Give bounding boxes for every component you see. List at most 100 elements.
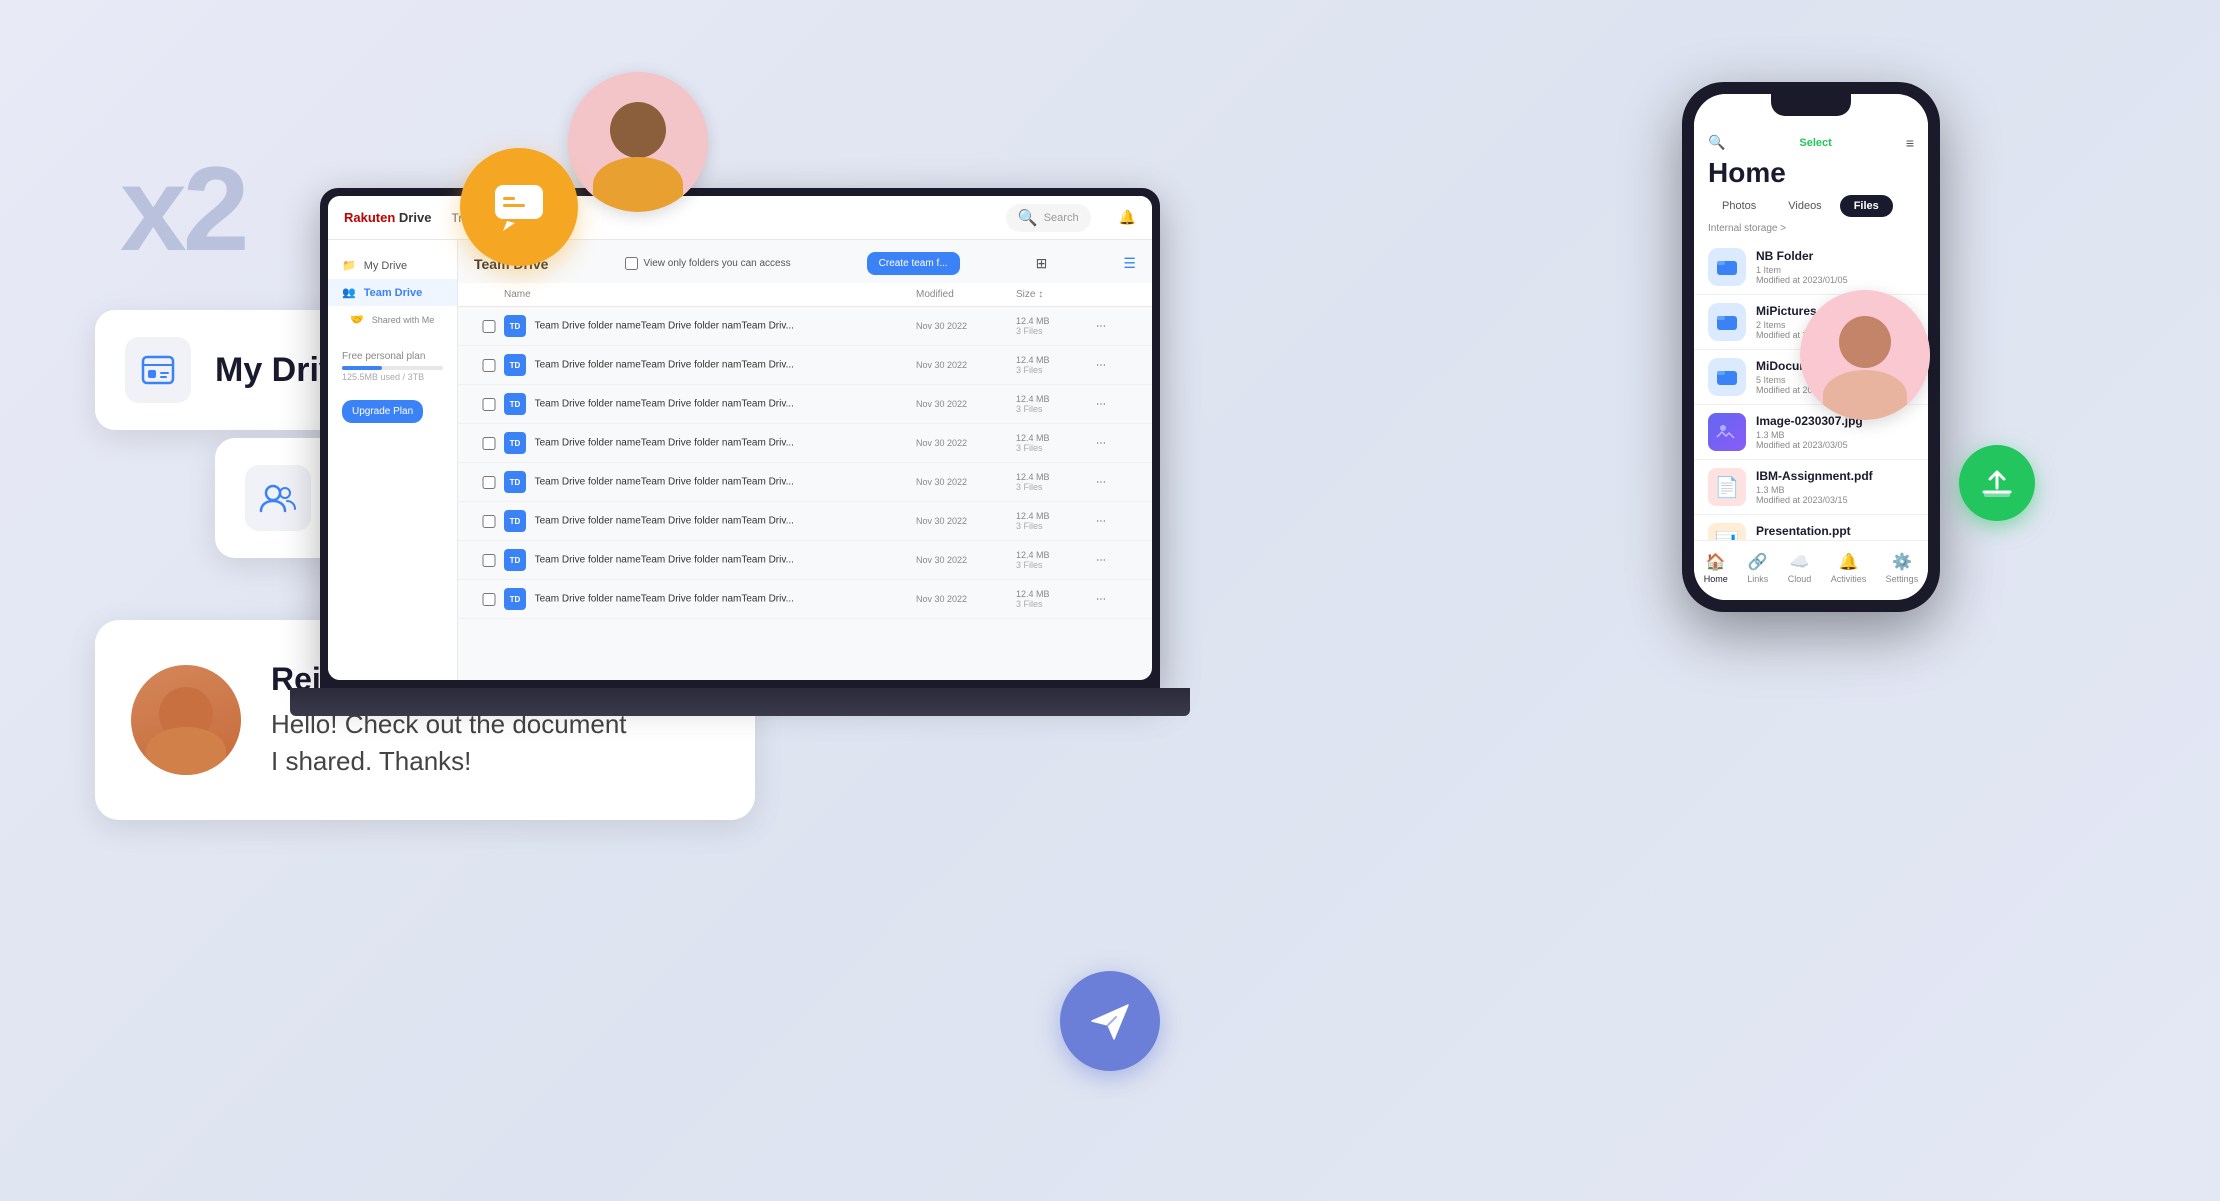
row-menu-icon[interactable]: ⋯ xyxy=(1096,438,1136,449)
send-icon-bottom[interactable] xyxy=(1060,971,1160,1071)
upload-fab-button[interactable] xyxy=(1959,445,2035,521)
folder-icon: 📁 xyxy=(342,259,356,272)
list-item[interactable]: NB Folder 1 Item Modified at 2023/01/05 xyxy=(1694,240,1928,295)
search-bar[interactable]: 🔍 Search xyxy=(1006,204,1091,232)
list-item[interactable]: 📄 IBM-Assignment.pdf 1.3 MB Modified at … xyxy=(1694,460,1928,515)
laptop-base xyxy=(290,688,1190,716)
phone-nav-activities[interactable]: 🔔 Activities xyxy=(1831,552,1867,584)
row-menu-icon[interactable]: ⋯ xyxy=(1096,321,1136,332)
search-icon: 🔍 xyxy=(1018,208,1038,228)
settings-icon: ⚙️ xyxy=(1892,552,1912,572)
files-table: Name Modified Size ↕ TD Team Drive folde… xyxy=(458,283,1152,680)
shared-icon: 🤝 xyxy=(350,313,364,326)
team-drive-icon-box xyxy=(245,465,311,531)
file-meta: 1.3 MB Modified at 2023/03/15 xyxy=(1756,485,1914,505)
row-checkbox[interactable] xyxy=(474,359,504,372)
list-item[interactable]: 📊 Presentation.ppt 1.3 MB Modified at 20… xyxy=(1694,515,1928,540)
my-drive-icon-box xyxy=(125,337,191,403)
row-checkbox[interactable] xyxy=(474,320,504,333)
row-menu-icon[interactable]: ⋯ xyxy=(1096,516,1136,527)
upgrade-button[interactable]: Upgrade Plan xyxy=(342,400,423,423)
phone-menu-icon[interactable]: ≡ xyxy=(1906,135,1914,151)
file-name: NB Folder xyxy=(1756,249,1914,263)
sidebar-item-teamdrive[interactable]: 👥 Team Drive xyxy=(328,279,457,306)
row-menu-icon[interactable]: ⋯ xyxy=(1096,477,1136,488)
row-menu-icon[interactable]: ⋯ xyxy=(1096,594,1136,605)
x2-multiplier-badge: x2 xyxy=(120,140,245,278)
view-only-toggle[interactable]: View only folders you can access xyxy=(625,257,791,270)
message-avatar xyxy=(131,665,241,775)
table-row[interactable]: TD Team Drive folder nameTeam Drive fold… xyxy=(458,346,1152,385)
laptop-device: Rakuten Drive Transfer Cloud 🔍 Search 🔔 … xyxy=(320,188,1160,748)
phone-nav-home[interactable]: 🏠 Home xyxy=(1704,552,1728,584)
laptop-screen: Rakuten Drive Transfer Cloud 🔍 Search 🔔 … xyxy=(320,188,1160,688)
rakuten-content: 📁 My Drive 👥 Team Drive 🤝 Shared with Me xyxy=(328,240,1152,680)
home-icon: 🏠 xyxy=(1706,552,1726,572)
row-checkbox[interactable] xyxy=(474,515,504,528)
folder-icon xyxy=(1708,358,1746,396)
create-team-button[interactable]: Create team f... xyxy=(867,252,960,275)
row-menu-icon[interactable]: ⋯ xyxy=(1096,360,1136,371)
file-meta: 1.3 MB Modified at 2023/03/05 xyxy=(1756,430,1914,450)
sidebar-item-sharedwithme[interactable]: 🤝 Shared with Me xyxy=(328,306,457,333)
phone-tab-photos[interactable]: Photos xyxy=(1708,195,1770,217)
phone-search-icon[interactable]: 🔍 xyxy=(1708,134,1725,151)
team-folder-icon: 👥 xyxy=(342,286,356,299)
file-info: IBM-Assignment.pdf 1.3 MB Modified at 20… xyxy=(1756,469,1914,505)
pdf-icon: 📄 xyxy=(1708,468,1746,506)
table-row[interactable]: TD Team Drive folder nameTeam Drive fold… xyxy=(458,580,1152,619)
storage-bar-fill xyxy=(342,366,382,370)
phone-tabs: Photos Videos Files xyxy=(1694,195,1928,217)
phone-search-row: 🔍 Select ≡ xyxy=(1694,130,1928,155)
file-name: IBM-Assignment.pdf xyxy=(1756,469,1914,483)
row-checkbox[interactable] xyxy=(474,554,504,567)
phone-tab-videos[interactable]: Videos xyxy=(1774,195,1835,217)
avatar-top xyxy=(568,72,708,212)
phone-notch xyxy=(1771,94,1851,116)
avatar-right xyxy=(1800,290,1930,420)
table-row[interactable]: TD Team Drive folder nameTeam Drive fold… xyxy=(458,502,1152,541)
table-row[interactable]: TD Team Drive folder nameTeam Drive fold… xyxy=(458,541,1152,580)
storage-area: Free personal plan 125.5MB used / 3TB xyxy=(328,341,457,392)
phone-nav-links[interactable]: 🔗 Links xyxy=(1747,552,1768,584)
rakuten-drive-app: Rakuten Drive Transfer Cloud 🔍 Search 🔔 … xyxy=(328,196,1152,680)
row-menu-icon[interactable]: ⋯ xyxy=(1096,399,1136,410)
file-name: Presentation.ppt xyxy=(1756,524,1914,538)
rakuten-sidebar: 📁 My Drive 👥 Team Drive 🤝 Shared with Me xyxy=(328,240,458,680)
row-checkbox[interactable] xyxy=(474,476,504,489)
table-row[interactable]: TD Team Drive folder nameTeam Drive fold… xyxy=(458,463,1152,502)
file-info: Presentation.ppt 1.3 MB Modified at 2023… xyxy=(1756,524,1914,540)
folder-icon xyxy=(1708,248,1746,286)
phone-nav-settings[interactable]: ⚙️ Settings xyxy=(1886,552,1919,584)
laptop-screen-inner: Rakuten Drive Transfer Cloud 🔍 Search 🔔 … xyxy=(328,196,1152,680)
rakuten-navbar: Rakuten Drive Transfer Cloud 🔍 Search 🔔 xyxy=(328,196,1152,240)
phone-breadcrumb: Internal storage > xyxy=(1694,223,1928,240)
chat-bubble-icon xyxy=(460,148,578,266)
search-placeholder: Search xyxy=(1044,212,1079,224)
sidebar-item-mydrive[interactable]: 📁 My Drive xyxy=(328,252,457,279)
rakuten-logo: Rakuten Drive xyxy=(344,210,431,225)
grid-view-icon[interactable]: ⊞ xyxy=(1036,255,1048,272)
row-checkbox[interactable] xyxy=(474,593,504,606)
rakuten-main: Team Drive View only folders you can acc… xyxy=(458,240,1152,680)
notification-icon[interactable]: 🔔 xyxy=(1119,209,1136,226)
phone-nav-cloud[interactable]: ☁️ Cloud xyxy=(1788,552,1812,584)
files-table-header: Name Modified Size ↕ xyxy=(458,283,1152,307)
table-row[interactable]: TD Team Drive folder nameTeam Drive fold… xyxy=(458,385,1152,424)
table-row[interactable]: TD Team Drive folder nameTeam Drive fold… xyxy=(458,307,1152,346)
storage-info: 125.5MB used / 3TB xyxy=(342,372,443,382)
storage-bar-bg xyxy=(342,366,443,370)
list-view-icon[interactable]: ☰ xyxy=(1123,255,1136,272)
phone-bottom-nav: 🏠 Home 🔗 Links ☁️ Cloud 🔔 Activities ⚙️ xyxy=(1694,540,1928,600)
folder-icon xyxy=(1708,303,1746,341)
row-checkbox[interactable] xyxy=(474,437,504,450)
row-checkbox[interactable] xyxy=(474,398,504,411)
row-menu-icon[interactable]: ⋯ xyxy=(1096,555,1136,566)
image-icon xyxy=(1708,413,1746,451)
phone-home-title: Home xyxy=(1694,155,1928,195)
view-only-checkbox[interactable] xyxy=(625,257,638,270)
phone-tab-files[interactable]: Files xyxy=(1840,195,1893,217)
phone-select-button[interactable]: Select xyxy=(1799,137,1831,149)
table-row[interactable]: TD Team Drive folder nameTeam Drive fold… xyxy=(458,424,1152,463)
bell-icon: 🔔 xyxy=(1838,552,1858,572)
